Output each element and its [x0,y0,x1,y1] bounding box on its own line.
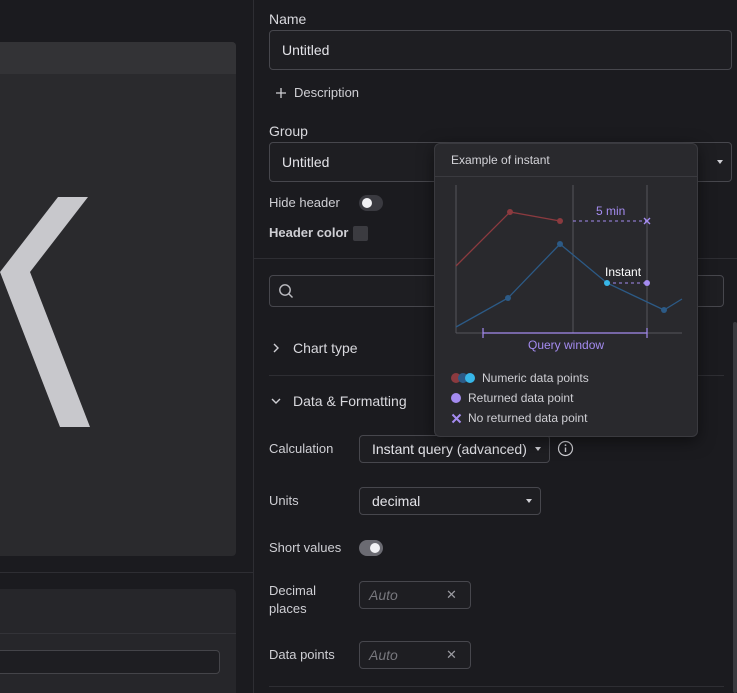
instant-example-tooltip: Example of instant 5 min Instant Query w… [434,143,698,437]
plus-icon [276,87,286,98]
chart-type-section-header[interactable]: Chart type [269,340,358,356]
red-series-line [455,211,561,267]
bottom-divider [269,686,724,687]
search-icon [279,284,293,298]
legend-returned-text: Returned data point [468,391,574,405]
units-value: decimal [372,493,421,509]
five-min-label: 5 min [596,204,625,218]
units-chevron-down-icon [526,499,532,503]
decimal-places-placeholder: Auto [369,587,398,603]
numeric-dots-icon [451,372,478,384]
legend-numeric-text: Numeric data points [482,371,589,385]
blue-series-point [557,241,563,247]
short-values-label: Short values [269,540,342,555]
preview-widget [0,42,236,556]
panel-scrollbar[interactable] [733,322,737,693]
returned-dot-icon [451,393,461,403]
no-point-x-icon [451,413,462,423]
decimal-places-clear-close-icon[interactable]: ✕ [446,587,457,603]
calculation-select[interactable]: Instant query (advanced) [359,435,550,463]
blue-series-point [661,307,667,313]
legend-no-returned-text: No returned data point [468,411,588,425]
preview-widget-header [0,42,236,74]
returned-data-point [644,280,650,286]
decimal-places-label: Decimal places [269,582,316,618]
secondary-card-input[interactable] [0,650,220,674]
left-divider [0,572,253,573]
hide-header-label: Hide header [269,195,340,210]
units-label: Units [269,493,299,508]
hide-header-toggle[interactable] [359,195,383,211]
red-series-point [557,218,563,224]
name-input[interactable]: Untitled [269,30,732,70]
data-points-placeholder: Auto [369,647,398,663]
secondary-card-divider [0,633,236,634]
group-select-value: Untitled [282,154,330,170]
instant-label: Instant [605,265,642,279]
name-input-value: Untitled [282,42,330,58]
data-formatting-label: Data & Formatting [293,393,407,409]
units-select[interactable]: decimal [359,487,541,515]
preview-large-glyph-icon [0,197,90,427]
data-points-clear-close-icon[interactable]: ✕ [446,647,457,663]
panel-splitter[interactable] [253,0,254,693]
calculation-value: Instant query (advanced) [372,441,527,457]
red-series-point [507,209,513,215]
group-label: Group [269,123,308,139]
decimal-places-label-line2: places [269,601,307,616]
calculation-label: Calculation [269,441,334,456]
header-color-swatch[interactable] [353,226,368,241]
group-chevron-down-icon [717,160,723,164]
blue-series-point [505,295,511,301]
chart-type-label: Chart type [293,340,358,356]
cyan-data-point [604,280,610,286]
legend-returned-point: Returned data point [451,391,573,405]
dashboard-preview [0,0,253,693]
preview-secondary-card [0,589,236,693]
query-window-label: Query window [528,338,604,352]
header-color-label: Header color [269,225,349,240]
instant-example-diagram: 5 min Instant Query window [455,185,683,352]
info-icon[interactable] [557,440,574,457]
decimal-places-label-line1: Decimal [269,583,316,598]
chevron-right-icon [273,343,279,353]
legend-numeric-points: Numeric data points [451,371,589,385]
short-values-toggle[interactable] [359,540,383,556]
data-points-label: Data points [269,647,335,662]
chevron-down-icon [271,398,281,404]
name-label: Name [269,11,307,27]
add-description-label: Description [294,85,360,100]
calculation-chevron-down-icon [535,447,541,451]
data-formatting-section-header[interactable]: Data & Formatting [269,393,407,409]
legend-no-returned-point: No returned data point [451,411,587,425]
tooltip-title: Example of instant [451,153,550,167]
add-description-button[interactable]: Description [275,85,359,100]
